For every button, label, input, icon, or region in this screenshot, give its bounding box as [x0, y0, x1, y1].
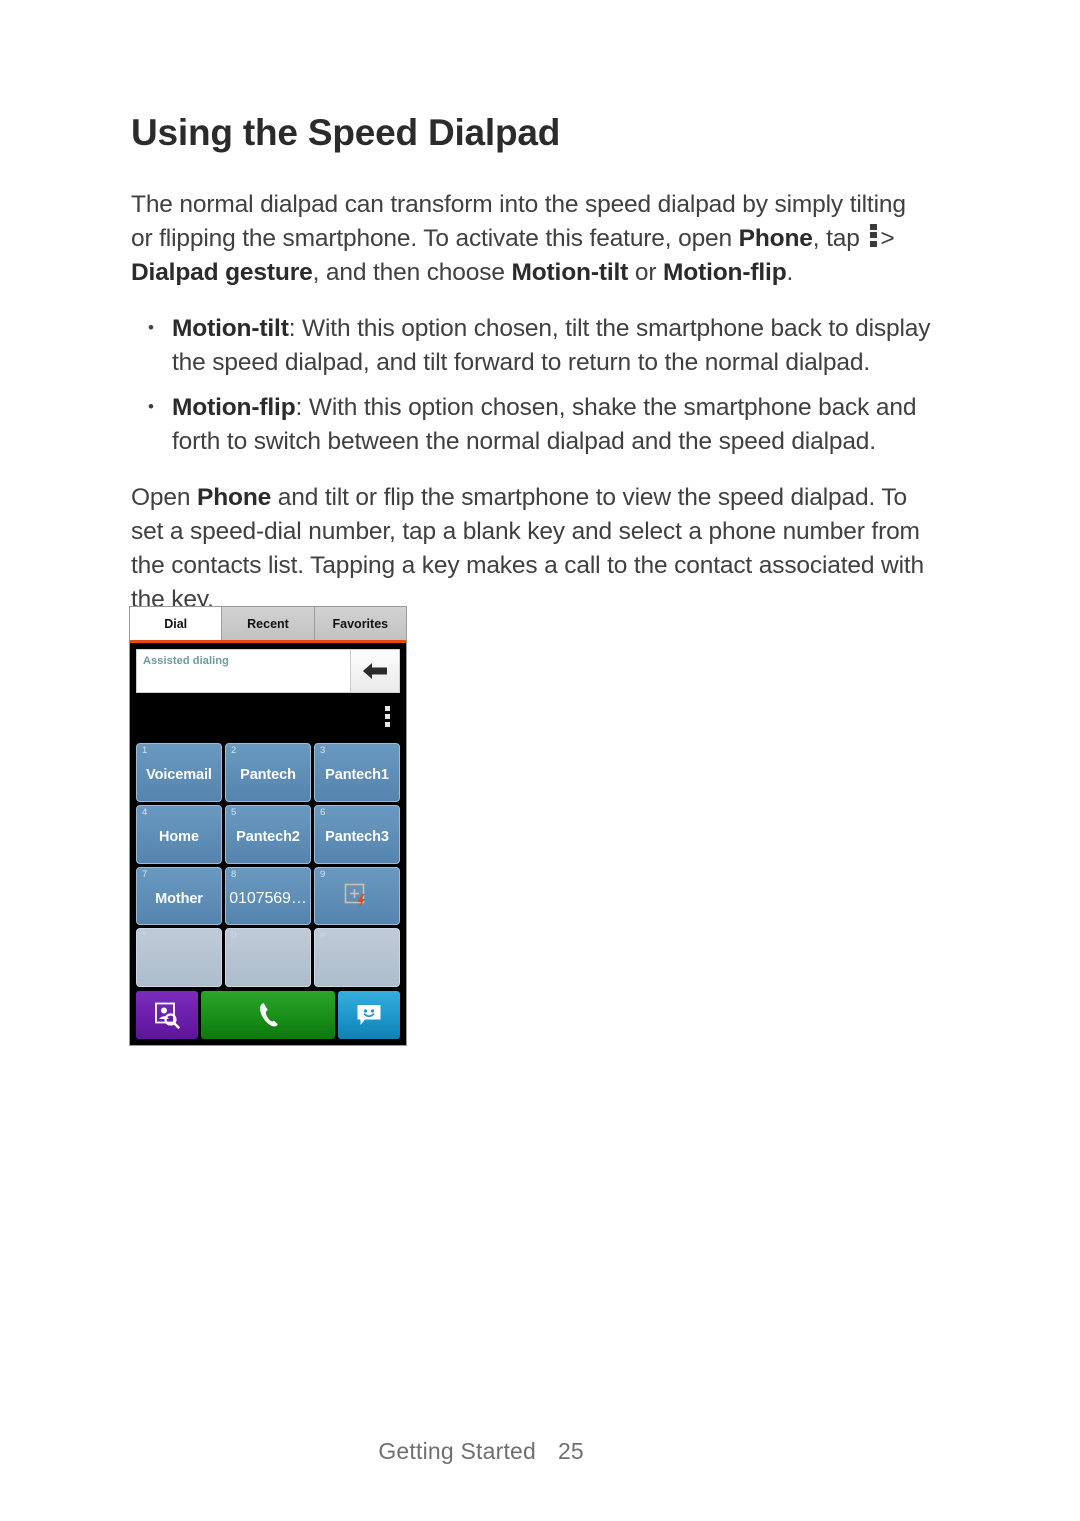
phone-handset-icon — [260, 1003, 278, 1027]
speed-dial-key-6[interactable]: 6 Pantech3 — [314, 804, 400, 864]
contacts-search-button[interactable] — [136, 991, 198, 1039]
speed-dial-key-4[interactable]: 4 Home — [136, 804, 222, 864]
intro-bold-tilt: Motion-tilt — [511, 258, 629, 286]
manual-page: Using the Speed Dialpad The normal dialp… — [0, 0, 1080, 1521]
key-label: Pantech2 — [236, 829, 300, 846]
speed-dial-key-8[interactable]: 8 0107569… — [225, 866, 311, 926]
key-label: Mother — [155, 890, 203, 907]
intro-bold-gesture: Dialpad gesture — [131, 258, 313, 286]
key-label: Voicemail — [146, 767, 212, 784]
tab-recent[interactable]: Recent — [222, 607, 315, 640]
backspace-arrow-icon — [363, 663, 387, 679]
key-number: 0 — [231, 930, 237, 942]
list-item: Motion-tilt: With this option chosen, ti… — [131, 311, 931, 380]
key-number: 3 — [320, 745, 326, 756]
intro-bold-flip: Motion-flip — [663, 258, 787, 286]
key-label: Pantech1 — [325, 767, 389, 784]
speed-dial-key-0[interactable]: 0 — [225, 928, 311, 987]
closing-paragraph: Open Phone and tilt or flip the smartpho… — [131, 481, 931, 617]
closing-text-pre: Open — [131, 483, 197, 511]
phone-screen-body: Assisted dialing 1 Voicemail 2 Pantech 3… — [130, 643, 406, 1045]
contact-search-icon — [155, 1002, 180, 1029]
intro-chevron: > — [880, 224, 895, 252]
intro-paragraph: The normal dialpad can transform into th… — [131, 188, 931, 290]
speed-dial-keypad: 1 Voicemail 2 Pantech 3 Pantech1 4 Home … — [136, 743, 400, 987]
phone-action-bar — [136, 991, 400, 1039]
intro-bold-phone: Phone — [738, 224, 813, 252]
key-label: Pantech — [240, 767, 296, 784]
key-number: 4 — [142, 806, 148, 818]
intro-text-c: , and then choose — [312, 258, 512, 286]
key-number: * — [142, 930, 146, 942]
key-number: 5 — [231, 806, 237, 818]
key-number: 6 — [320, 806, 326, 818]
backspace-button[interactable] — [350, 650, 399, 692]
phone-tab-bar: Dial Recent Favorites — [130, 607, 406, 643]
speed-dial-key-1[interactable]: 1 Voicemail — [136, 743, 222, 802]
overflow-menu-icon — [870, 223, 878, 247]
key-number: 1 — [142, 745, 148, 756]
key-number: 8 — [231, 868, 237, 880]
content-column: Using the Speed Dialpad The normal dialp… — [131, 112, 931, 639]
key-label: 0107569… — [229, 889, 307, 907]
closing-bold-phone: Phone — [197, 483, 272, 511]
speed-dial-key-2[interactable]: 2 Pantech — [225, 743, 311, 802]
page-number: 25 — [558, 1438, 584, 1464]
menu-strip — [136, 693, 400, 740]
call-button[interactable] — [201, 991, 335, 1039]
dial-input-row: Assisted dialing — [136, 649, 400, 693]
speed-dial-key-7[interactable]: 7 Mother — [136, 866, 222, 926]
assisted-dialing-input[interactable]: Assisted dialing — [137, 650, 350, 692]
intro-text-d: or — [628, 258, 663, 286]
speed-dial-key-9[interactable]: 9 — [314, 866, 400, 926]
key-label: Home — [159, 829, 199, 846]
footer-section-label: Getting Started — [378, 1438, 537, 1464]
key-label: Pantech3 — [325, 829, 389, 846]
intro-text-e: . — [786, 258, 794, 286]
message-button[interactable] — [338, 991, 400, 1039]
bullet-term: Motion-flip — [172, 393, 296, 421]
page-footer: Getting Started 25 — [0, 1438, 1080, 1465]
key-number: 7 — [142, 868, 148, 880]
list-item: Motion-flip: With this option chosen, sh… — [131, 390, 931, 459]
phone-screenshot-figure: Dial Recent Favorites Assisted dialing 1 — [129, 606, 407, 1046]
page-title: Using the Speed Dialpad — [131, 112, 561, 153]
speed-dial-key-hash[interactable]: # — [314, 928, 400, 987]
intro-text-b: , tap — [812, 224, 867, 252]
tab-favorites[interactable]: Favorites — [314, 607, 406, 640]
speed-dial-key-3[interactable]: 3 Pantech1 — [314, 743, 400, 802]
add-speed-dial-icon — [344, 883, 365, 908]
tab-dial[interactable]: Dial — [130, 607, 223, 640]
key-number: 2 — [231, 745, 237, 756]
key-number: # — [320, 930, 326, 942]
options-list: Motion-tilt: With this option chosen, ti… — [131, 311, 931, 459]
speed-dial-key-star[interactable]: * — [136, 928, 222, 987]
overflow-menu-icon[interactable] — [385, 706, 390, 727]
bullet-term: Motion-tilt — [172, 314, 289, 342]
speed-dial-key-5[interactable]: 5 Pantech2 — [225, 804, 311, 864]
message-smiley-icon — [357, 1005, 381, 1025]
key-number: 9 — [320, 868, 326, 880]
